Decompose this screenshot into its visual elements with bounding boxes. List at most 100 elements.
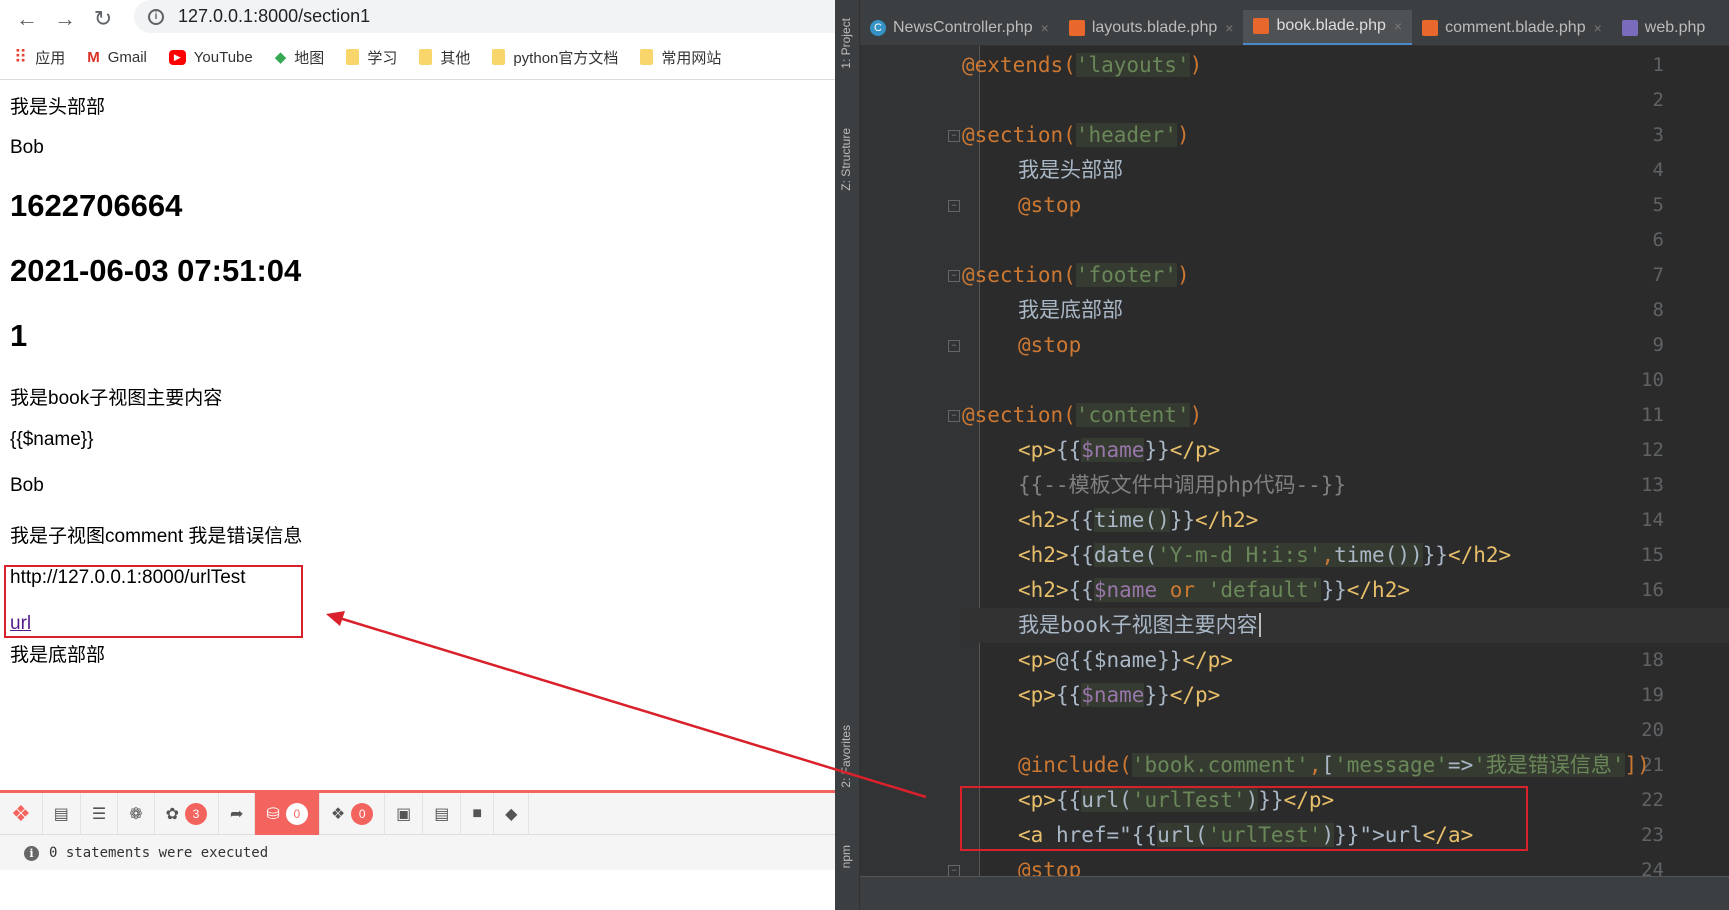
session-archive-icon[interactable]: ■ bbox=[461, 792, 495, 835]
code-token: => bbox=[1447, 753, 1474, 777]
debugbar: ❖ ▤ ☰ ❁ ✿ 3 ➦ ⛁ 0 ❖ 0 ▣ ▤ ■ ◆ i 0 statements… bbox=[0, 790, 835, 870]
code-line[interactable]: <p>{{$name}}</p> bbox=[962, 433, 1729, 468]
code-token: ) bbox=[1176, 263, 1190, 287]
main-content-text: 我是book子视图主要内容 bbox=[10, 388, 223, 409]
reload-button[interactable]: ↻ bbox=[84, 6, 122, 32]
bookmark-item[interactable]: 学习 bbox=[346, 47, 397, 68]
code-line[interactable] bbox=[962, 223, 1729, 258]
views-leaf-icon[interactable]: ✿ 3 bbox=[155, 792, 220, 835]
code-line[interactable]: {{--模板文件中调用php代码--}} bbox=[962, 468, 1729, 503]
code-token: @section( bbox=[962, 123, 1076, 147]
models-cubes-icon[interactable]: ❖ 0 bbox=[320, 792, 386, 835]
bookmark-item[interactable]: 其他 bbox=[419, 47, 470, 68]
code-line[interactable]: @extends('layouts') bbox=[962, 48, 1729, 83]
close-tab-icon[interactable]: × bbox=[1225, 20, 1233, 36]
bookmark-label: python官方文档 bbox=[513, 49, 619, 67]
site-info-icon[interactable]: i bbox=[148, 8, 164, 25]
fold-marker-icon[interactable]: − bbox=[948, 410, 960, 422]
code-line[interactable]: @section('header') bbox=[962, 118, 1729, 153]
fold-marker-icon[interactable]: − bbox=[948, 340, 960, 352]
code-token: 'message' bbox=[1334, 753, 1448, 777]
code-token: date( bbox=[1093, 543, 1158, 567]
code-line[interactable]: <h2>{{time()}}</h2> bbox=[962, 503, 1729, 538]
mail-inbox-icon[interactable]: ▣ bbox=[385, 792, 424, 835]
code-line[interactable]: <p>@{{$name}}</p> bbox=[962, 643, 1729, 678]
header-text: 我是头部部 bbox=[10, 97, 106, 118]
queries-database-icon[interactable]: ⛁ 0 bbox=[255, 792, 320, 835]
code-line[interactable]: 我是底部部 bbox=[962, 293, 1729, 328]
code-line[interactable]: 我是头部部 bbox=[962, 153, 1729, 188]
timeline-tab-icon[interactable]: ☰ bbox=[81, 792, 119, 835]
fold-marker-icon[interactable]: − bbox=[948, 200, 960, 212]
comment-text: 我是子视图comment 我是错误信息 bbox=[10, 526, 303, 547]
forward-button[interactable]: → bbox=[46, 6, 84, 32]
editor-tab[interactable]: layouts.blade.php × bbox=[1059, 10, 1244, 45]
code-line[interactable] bbox=[962, 713, 1729, 748]
back-button[interactable]: ← bbox=[8, 6, 46, 32]
bookmarks-bar: ⠿ 应用 M Gmail ▶ YouTube ◆ 地图 学习 其他 python官方文档 常用网站 bbox=[0, 42, 835, 72]
bookmark-item[interactable]: ▶ YouTube bbox=[168, 48, 253, 66]
code-line[interactable] bbox=[962, 83, 1729, 118]
code-line[interactable]: <h2>{{$name or 'default'}}</h2> bbox=[962, 573, 1729, 608]
code-line[interactable]: <p>{{$name}}</p> bbox=[962, 678, 1729, 713]
code-token: {{ bbox=[1055, 683, 1082, 707]
request-list-icon[interactable]: ▤ bbox=[423, 792, 462, 835]
fold-marker-icon[interactable]: − bbox=[948, 270, 960, 282]
default-heading: 1 bbox=[10, 318, 28, 353]
editor-tab[interactable]: web.php bbox=[1612, 10, 1716, 45]
code-token: </p> bbox=[1169, 438, 1221, 462]
npm-tool-button[interactable]: npm bbox=[839, 845, 853, 868]
code-line[interactable]: @stop bbox=[962, 188, 1729, 223]
code-token: @include( bbox=[1018, 753, 1132, 777]
code-token: @extends( bbox=[962, 53, 1076, 77]
bookmark-item[interactable]: M Gmail bbox=[87, 49, 147, 66]
folder-icon bbox=[492, 49, 506, 65]
code-token: <h2> bbox=[1018, 578, 1069, 602]
info-icon: i bbox=[24, 845, 39, 861]
code-token: <p> bbox=[1018, 438, 1056, 462]
code-token: }} bbox=[1321, 578, 1347, 602]
fold-marker-icon[interactable]: − bbox=[948, 130, 960, 142]
code-token: <p> bbox=[1018, 683, 1056, 707]
maps-icon: ◆ bbox=[274, 49, 287, 66]
bookmark-label: 其他 bbox=[440, 49, 471, 67]
editor-tab[interactable]: comment.blade.php × bbox=[1412, 10, 1612, 45]
close-tab-icon[interactable]: × bbox=[1394, 18, 1402, 34]
close-tab-icon[interactable]: × bbox=[1041, 20, 1049, 36]
php-file-icon bbox=[1621, 19, 1638, 36]
tab-label: web.php bbox=[1644, 18, 1706, 36]
code-line[interactable]: @section('footer') bbox=[962, 258, 1729, 293]
code-line[interactable]: 我是book子视图主要内容 bbox=[962, 608, 1729, 643]
timestamp-heading: 1622706664 bbox=[10, 188, 183, 223]
bookmark-item[interactable]: ⠿ 应用 bbox=[14, 47, 65, 68]
code-line[interactable]: <h2>{{date('Y-m-d H:i:s',time())}}</h2> bbox=[962, 538, 1729, 573]
editor-tab[interactable]: book.blade.php × bbox=[1243, 10, 1413, 45]
close-tab-icon[interactable]: × bbox=[1594, 20, 1602, 36]
messages-tab-icon[interactable]: ▤ bbox=[43, 792, 81, 835]
bookmark-item[interactable]: 常用网站 bbox=[640, 47, 721, 68]
queries-badge: 0 bbox=[285, 802, 308, 825]
bookmark-item[interactable]: ◆ 地图 bbox=[275, 47, 325, 68]
exceptions-bug-icon[interactable]: ❁ bbox=[118, 792, 155, 835]
code-token: 'layouts' bbox=[1075, 53, 1190, 77]
code-line[interactable]: @include('book.comment',['message'=>'我是错… bbox=[962, 748, 1729, 783]
code-line[interactable] bbox=[962, 363, 1729, 398]
bookmark-label: YouTube bbox=[193, 48, 253, 66]
laravel-logo-icon[interactable]: ❖ bbox=[0, 792, 43, 835]
editor-tab[interactable]: C NewsController.php × bbox=[860, 10, 1059, 45]
bookmark-label: 常用网站 bbox=[661, 49, 722, 67]
code-token: 'content' bbox=[1075, 403, 1190, 427]
structure-tool-button[interactable]: Z: Structure bbox=[839, 128, 853, 191]
project-tool-button[interactable]: 1: Project bbox=[839, 18, 853, 69]
tags-icon[interactable]: ◆ bbox=[494, 792, 530, 835]
code-line[interactable]: @stop bbox=[962, 328, 1729, 363]
code-token: ]) bbox=[1624, 753, 1650, 777]
code-line[interactable]: @section('content') bbox=[962, 398, 1729, 433]
code-token: , bbox=[1321, 543, 1335, 567]
ide-toolbar bbox=[860, 0, 1729, 10]
favorites-tool-button[interactable]: 2: Favorites bbox=[839, 725, 853, 788]
code-token: $name bbox=[1081, 683, 1145, 707]
route-share-icon[interactable]: ➦ bbox=[219, 792, 256, 835]
address-bar[interactable]: i 127.0.0.1:8000/section1 bbox=[134, 0, 854, 33]
bookmark-item[interactable]: python官方文档 bbox=[492, 47, 618, 68]
